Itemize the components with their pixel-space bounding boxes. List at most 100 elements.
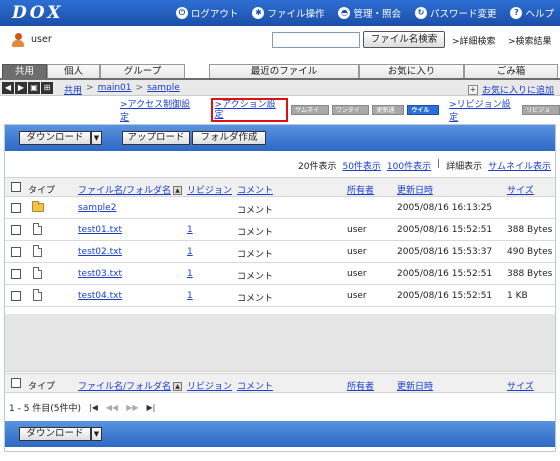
row-checkbox[interactable] bbox=[11, 269, 21, 279]
revision-link[interactable]: 1 bbox=[187, 225, 193, 235]
sort-asc-icon[interactable]: ▲ bbox=[173, 186, 183, 195]
create-folder-button[interactable]: フォルダ作成 bbox=[192, 131, 266, 145]
col-size[interactable]: サイズ bbox=[507, 379, 534, 392]
revision-link[interactable]: 1 bbox=[187, 269, 193, 279]
app-logo: DOX bbox=[12, 3, 64, 23]
col-revision[interactable]: リビジョン bbox=[187, 379, 232, 392]
add-favorite-link[interactable]: お気に入りに追加 bbox=[482, 83, 554, 96]
col-updated[interactable]: 更新日時 bbox=[397, 183, 433, 196]
col-revision[interactable]: リビジョン bbox=[187, 183, 232, 196]
file-name-link[interactable]: test01.txt bbox=[78, 225, 122, 235]
show-100-link[interactable]: 100件表示 bbox=[387, 159, 431, 172]
comment-cell: コメント bbox=[237, 294, 274, 304]
col-owner[interactable]: 所有者 bbox=[347, 379, 374, 392]
file-icon bbox=[33, 223, 42, 235]
col-name[interactable]: ファイル名/フォルダ名 ▲ bbox=[78, 183, 183, 196]
admin-button[interactable]: ◓ 管理・照会 bbox=[338, 6, 401, 20]
help-label: ヘルプ bbox=[525, 9, 554, 20]
table-row[interactable]: test01.txt 1 コメント user 2005/08/16 15:52:… bbox=[5, 219, 555, 241]
size-cell: 490 Bytes bbox=[507, 247, 553, 257]
tab-recent[interactable]: 最近のファイル bbox=[209, 64, 359, 79]
row-checkbox[interactable] bbox=[11, 247, 21, 257]
file-name-link[interactable]: test03.txt bbox=[78, 269, 122, 279]
file-name-link[interactable]: sample2 bbox=[78, 203, 116, 213]
col-owner[interactable]: 所有者 bbox=[347, 183, 374, 196]
power-icon: ⏻ bbox=[175, 7, 188, 19]
last-page-icon[interactable]: ▶| bbox=[147, 403, 156, 412]
action-settings-link-highlight[interactable]: >アクション設定 bbox=[210, 98, 289, 122]
table-row[interactable]: test02.txt 1 コメント user 2005/08/16 15:53:… bbox=[5, 241, 555, 263]
add-favorite[interactable]: + お気に入りに追加 bbox=[467, 83, 554, 96]
col-comment[interactable]: コメント bbox=[237, 379, 273, 392]
row-checkbox[interactable] bbox=[11, 203, 21, 213]
tab-trash[interactable]: ごみ箱 bbox=[464, 64, 558, 79]
download-button-bottom[interactable]: ダウンロード bbox=[19, 427, 91, 441]
onetime-chip: ワンタイム bbox=[331, 105, 370, 124]
action-settings-link[interactable]: >アクション設定 bbox=[215, 100, 276, 120]
file-name-link[interactable]: test04.txt bbox=[78, 291, 122, 301]
file-name-link[interactable]: test02.txt bbox=[78, 247, 122, 257]
col-name-label: ファイル名/フォルダ名 bbox=[78, 186, 172, 196]
file-ops-button[interactable]: ✱ ファイル操作 bbox=[252, 6, 324, 20]
next-page-icon[interactable]: ▶▶ bbox=[126, 403, 138, 412]
tab-shared[interactable]: 共用 bbox=[2, 64, 47, 79]
tree-icon[interactable]: ⊞ bbox=[41, 82, 53, 94]
download-button[interactable]: ダウンロード bbox=[19, 131, 91, 145]
select-all-checkbox[interactable] bbox=[11, 182, 21, 192]
forward-icon[interactable]: ▶ bbox=[15, 82, 27, 94]
table-row[interactable]: test04.txt 1 コメント user 2005/08/16 15:52:… bbox=[5, 285, 555, 307]
tab-favorites[interactable]: お気に入り bbox=[359, 64, 464, 79]
user-bar: user ファイル名検索 >詳細検索 >検索結果 bbox=[0, 26, 560, 54]
owner-cell: user bbox=[347, 291, 367, 301]
col-comment[interactable]: コメント bbox=[237, 183, 273, 196]
advanced-search-link[interactable]: >詳細検索 bbox=[452, 34, 496, 47]
show-50-link[interactable]: 50件表示 bbox=[342, 159, 380, 172]
tab-personal[interactable]: 個人 bbox=[47, 64, 100, 79]
download-dropdown-icon[interactable]: ▼ bbox=[91, 131, 102, 145]
sort-asc-icon[interactable]: ▲ bbox=[173, 382, 183, 391]
first-page-icon[interactable]: |◀ bbox=[89, 403, 98, 412]
size-cell: 388 Bytes bbox=[507, 269, 553, 279]
view-separator: | bbox=[437, 159, 441, 169]
thumbnail-view-link[interactable]: サムネイル表示 bbox=[488, 159, 551, 172]
upload-button[interactable]: アップロード bbox=[122, 131, 190, 145]
select-all-checkbox-bottom[interactable] bbox=[11, 378, 21, 388]
row-checkbox[interactable] bbox=[11, 291, 21, 301]
tab-group[interactable]: グループ bbox=[100, 64, 185, 79]
comment-cell: コメント bbox=[237, 206, 274, 216]
download-dropdown-icon-bottom[interactable]: ▼ bbox=[91, 427, 102, 441]
top-nav: ⏻ ログアウト ✱ ファイル操作 ◓ 管理・照会 ↻ パスワード変更 ? ヘルプ bbox=[175, 6, 554, 20]
refresh-icon: ↻ bbox=[414, 7, 427, 19]
file-list-panel: ダウンロード ▼ アップロード フォルダ作成 20件表示 50件表示 100件表… bbox=[4, 124, 556, 452]
breadcrumb-sample[interactable]: sample bbox=[147, 83, 180, 96]
add-favorite-icon: + bbox=[467, 84, 478, 95]
comment-cell: コメント bbox=[237, 272, 274, 282]
search-input[interactable] bbox=[272, 32, 360, 48]
password-button[interactable]: ↻ パスワード変更 bbox=[414, 6, 496, 20]
breadcrumb-shared[interactable]: 共用 bbox=[64, 83, 82, 96]
help-button[interactable]: ? ヘルプ bbox=[510, 6, 554, 20]
col-updated[interactable]: 更新日時 bbox=[397, 379, 433, 392]
detail-view: 詳細表示 bbox=[446, 162, 483, 172]
folder-up-icon[interactable]: ▣ bbox=[28, 82, 40, 94]
search-results-link[interactable]: >検索結果 bbox=[508, 34, 552, 47]
access-control-link[interactable]: >アクセス制御設定 bbox=[120, 97, 199, 123]
col-size[interactable]: サイズ bbox=[507, 183, 534, 196]
revision-link[interactable]: 1 bbox=[187, 291, 193, 301]
logout-button[interactable]: ⏻ ログアウト bbox=[175, 6, 239, 20]
user-name: user bbox=[31, 34, 52, 45]
table-row[interactable]: test03.txt 1 コメント user 2005/08/16 15:52:… bbox=[5, 263, 555, 285]
revision-settings-link[interactable]: >リビジョン設定 bbox=[449, 97, 519, 123]
filename-search-button[interactable]: ファイル名検索 bbox=[363, 31, 445, 48]
col-name[interactable]: ファイル名/フォルダ名 ▲ bbox=[78, 379, 183, 392]
show-20: 20件表示 bbox=[298, 162, 337, 172]
table-header: タイプ ファイル名/フォルダ名 ▲ リビジョン コメント 所有者 更新日時 サイズ bbox=[5, 177, 555, 197]
row-checkbox[interactable] bbox=[11, 225, 21, 235]
logout-label: ログアウト bbox=[190, 9, 239, 20]
revision-link[interactable]: 1 bbox=[187, 247, 193, 257]
table-row[interactable]: sample2 コメント 2005/08/16 16:13:25 bbox=[5, 197, 555, 219]
breadcrumb-main01[interactable]: main01 bbox=[98, 83, 132, 96]
prev-page-icon[interactable]: ◀◀ bbox=[106, 403, 118, 412]
back-icon[interactable]: ◀ bbox=[2, 82, 14, 94]
nav-buttons: ◀ ▶ ▣ ⊞ bbox=[2, 82, 53, 94]
